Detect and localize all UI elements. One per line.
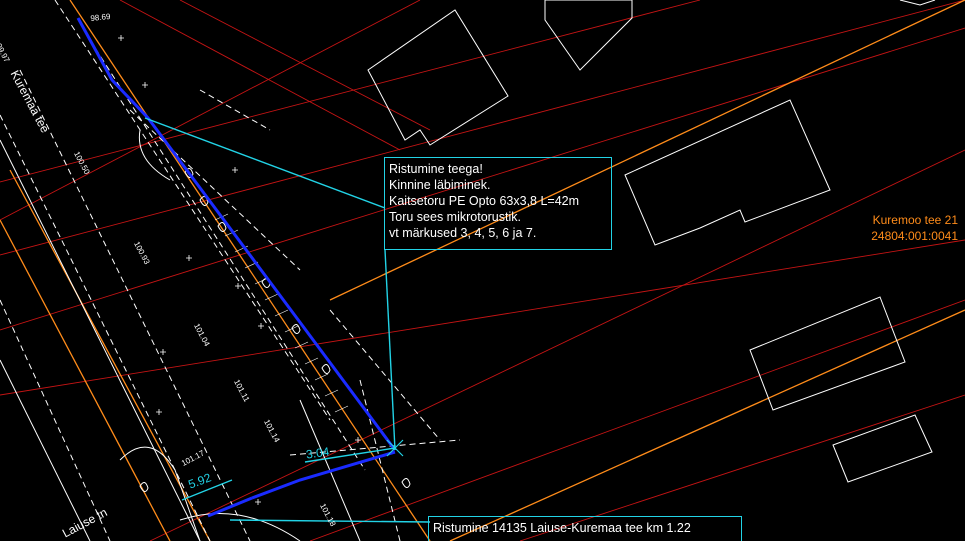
callout-line-4: Toru sees mikrotorustik. — [389, 210, 521, 224]
junction-callout: Ristumine 14135 Laiuse-Kuremaa tee km 1.… — [428, 516, 742, 541]
cad-map-canvas[interactable]: { "callout_crossing": { "lines": [ "Rist… — [0, 0, 965, 541]
parcel-label: Kuremoo tee 21 24804:001:0041 — [858, 212, 958, 244]
callout-line-3: Kaitsetoru PE Opto 63x3,8 L=42m — [389, 194, 580, 208]
red-survey-lines — [0, 0, 965, 541]
callout-line-5: vt märkused 3, 4, 5, 6 ja 7. — [389, 226, 537, 240]
parcel-cadastral-number: 24804:001:0041 — [871, 229, 958, 243]
parcel-name: Kuremoo tee 21 — [872, 213, 958, 227]
survey-ticks — [118, 35, 361, 505]
cable-route — [76, 17, 397, 518]
callout-line-2: Kinnine läbiminek. — [389, 178, 491, 192]
junction-callout-text: Ristumine 14135 Laiuse-Kuremaa tee km 1.… — [433, 521, 691, 535]
callout-line-1: Ristumine teega! — [389, 162, 483, 176]
map-linework — [0, 0, 965, 541]
road-edge-lines — [0, 0, 965, 541]
crossing-callout: Ristumine teega! Kinnine läbiminek. Kait… — [384, 157, 612, 250]
